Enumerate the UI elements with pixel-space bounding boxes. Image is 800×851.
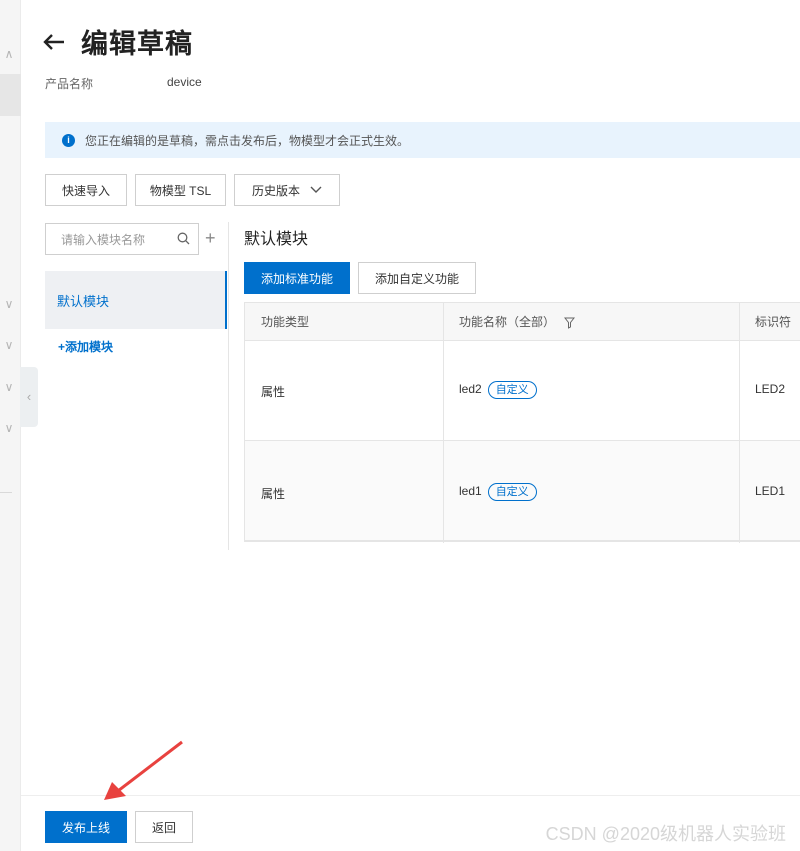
history-version-dropdown[interactable]: 历史版本 [234, 174, 340, 206]
header-label: 功能类型 [261, 315, 310, 329]
chevron-down-icon[interactable]: ∨ [2, 380, 16, 394]
draft-notice: i 您正在编辑的是草稿，需点击发布后，物模型才会正式生效。 [45, 122, 800, 158]
history-label: 历史版本 [251, 183, 300, 198]
cell-name: led1 自定义 [443, 483, 537, 501]
module-search-input[interactable]: 请输入模块名称 [45, 223, 199, 255]
tsl-label: 物模型 TSL [149, 183, 212, 198]
cell-type: 属性 [261, 385, 286, 399]
column-divider [443, 303, 444, 543]
quick-import-label: 快速导入 [61, 183, 110, 198]
module-item-default[interactable]: 默认模块 [45, 271, 227, 329]
filter-icon[interactable] [564, 317, 576, 329]
module-title: 默认模块 [244, 231, 309, 248]
add-standard-label: 添加标准功能 [260, 271, 333, 286]
plus-icon[interactable]: + [205, 228, 216, 248]
back-button[interactable]: 返回 [135, 811, 193, 843]
product-label: 产品名称 [45, 77, 94, 91]
chevron-down-icon [310, 186, 322, 193]
rail-selected-block [0, 74, 21, 116]
table-row: 属性 led1 自定义 LED1 [245, 441, 800, 541]
table-row: 属性 led2 自定义 LED2 [245, 341, 800, 441]
function-table: 功能类型 功能名称（全部） 标识符 属性 led2 自定义 LED2 属性 led… [244, 302, 800, 543]
product-info: 产品名称 device [45, 75, 202, 92]
cell-identifier: LED2 [755, 382, 786, 396]
chevron-down-icon[interactable]: ∨ [2, 338, 16, 352]
add-custom-function-button[interactable]: 添加自定义功能 [358, 262, 476, 294]
module-item-label: 默认模块 [57, 293, 110, 309]
product-value: device [167, 75, 202, 89]
table-header-name[interactable]: 功能名称（全部） [443, 303, 739, 341]
annotation-arrow-icon [104, 740, 183, 800]
left-rail: ∧ ∨ ∨ ∨ ∨ [0, 0, 21, 851]
add-custom-label: 添加自定义功能 [374, 271, 459, 286]
header-label: 功能名称（全部） [459, 315, 556, 329]
cell-type: 属性 [261, 487, 286, 501]
table-header-type: 功能类型 [245, 303, 443, 341]
quick-import-button[interactable]: 快速导入 [45, 174, 127, 206]
publish-button[interactable]: 发布上线 [45, 811, 127, 843]
page-header: 编辑草稿 [43, 22, 193, 61]
publish-label: 发布上线 [61, 820, 110, 835]
cell-name: led2 自定义 [443, 381, 537, 399]
custom-tag: 自定义 [487, 483, 537, 501]
info-icon: i [62, 133, 75, 147]
page-title: 编辑草稿 [81, 29, 193, 59]
function-name: led2 [459, 382, 482, 396]
arrow-left-icon[interactable] [43, 24, 73, 60]
chevron-down-icon[interactable]: ∨ [2, 421, 16, 435]
sidebar-collapse-toggle[interactable]: ‹ [20, 367, 38, 427]
column-divider [739, 303, 740, 543]
cell-identifier: LED1 [755, 484, 786, 498]
function-name: led1 [459, 484, 482, 498]
notice-text: 您正在编辑的是草稿，需点击发布后，物模型才会正式生效。 [85, 133, 410, 148]
search-icon[interactable] [177, 232, 190, 245]
header-label: 标识符 [755, 315, 792, 329]
watermark: CSDN @2020级机器人实验班 [545, 824, 786, 844]
sidebar-divider [228, 222, 229, 550]
add-standard-function-button[interactable]: 添加标准功能 [244, 262, 350, 294]
chevron-up-icon[interactable]: ∧ [2, 47, 16, 61]
back-label: 返回 [151, 820, 176, 835]
add-module-link[interactable]: +添加模块 [58, 338, 113, 355]
chevron-down-icon[interactable]: ∨ [2, 297, 16, 311]
rail-divider [0, 492, 12, 493]
custom-tag: 自定义 [487, 381, 537, 399]
table-header-identifier: 标识符 [739, 303, 800, 341]
chevron-left-icon: ‹ [26, 389, 32, 404]
tsl-button[interactable]: 物模型 TSL [135, 174, 226, 206]
